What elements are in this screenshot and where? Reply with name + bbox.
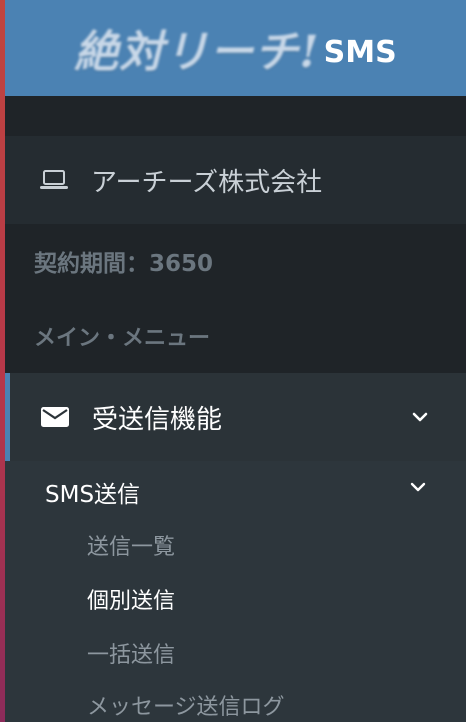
- main-menu-heading: メイン・メニュー: [34, 326, 211, 351]
- sidebar-spacer: [5, 96, 466, 136]
- nav-item-bulk-send[interactable]: 一括送信: [87, 637, 175, 669]
- nav-item-message-log[interactable]: メッセージ送信ログ: [87, 689, 285, 721]
- logo-header[interactable]: 絶対リーチ! SMS: [5, 0, 466, 96]
- submenu-sms: SMS送信 送信一覧 個別送信 一括送信 メッセージ送信ログ: [5, 461, 466, 722]
- nav-sms-send[interactable]: SMS送信: [45, 475, 140, 509]
- nav-send-feature[interactable]: 受送信機能: [5, 373, 466, 461]
- logo-sms: SMS: [323, 34, 397, 70]
- nav-item-send-list[interactable]: 送信一覧: [87, 529, 175, 561]
- logo-text: 絶対リーチ!: [74, 27, 320, 78]
- nav-send-feature-label: 受送信機能: [92, 404, 223, 435]
- logo-main: 絶対リーチ!: [74, 16, 319, 80]
- contract-period: 契約期間：3650: [34, 251, 214, 277]
- chevron-down-icon[interactable]: [412, 412, 428, 422]
- nav-item-individual-send[interactable]: 個別送信: [87, 583, 175, 615]
- laptop-icon: [40, 170, 68, 189]
- chevron-down-icon[interactable]: [410, 482, 426, 492]
- envelope-icon: [41, 407, 69, 427]
- company-item[interactable]: アーチーズ株式会社: [5, 136, 466, 224]
- company-name: アーチーズ株式会社: [91, 167, 323, 198]
